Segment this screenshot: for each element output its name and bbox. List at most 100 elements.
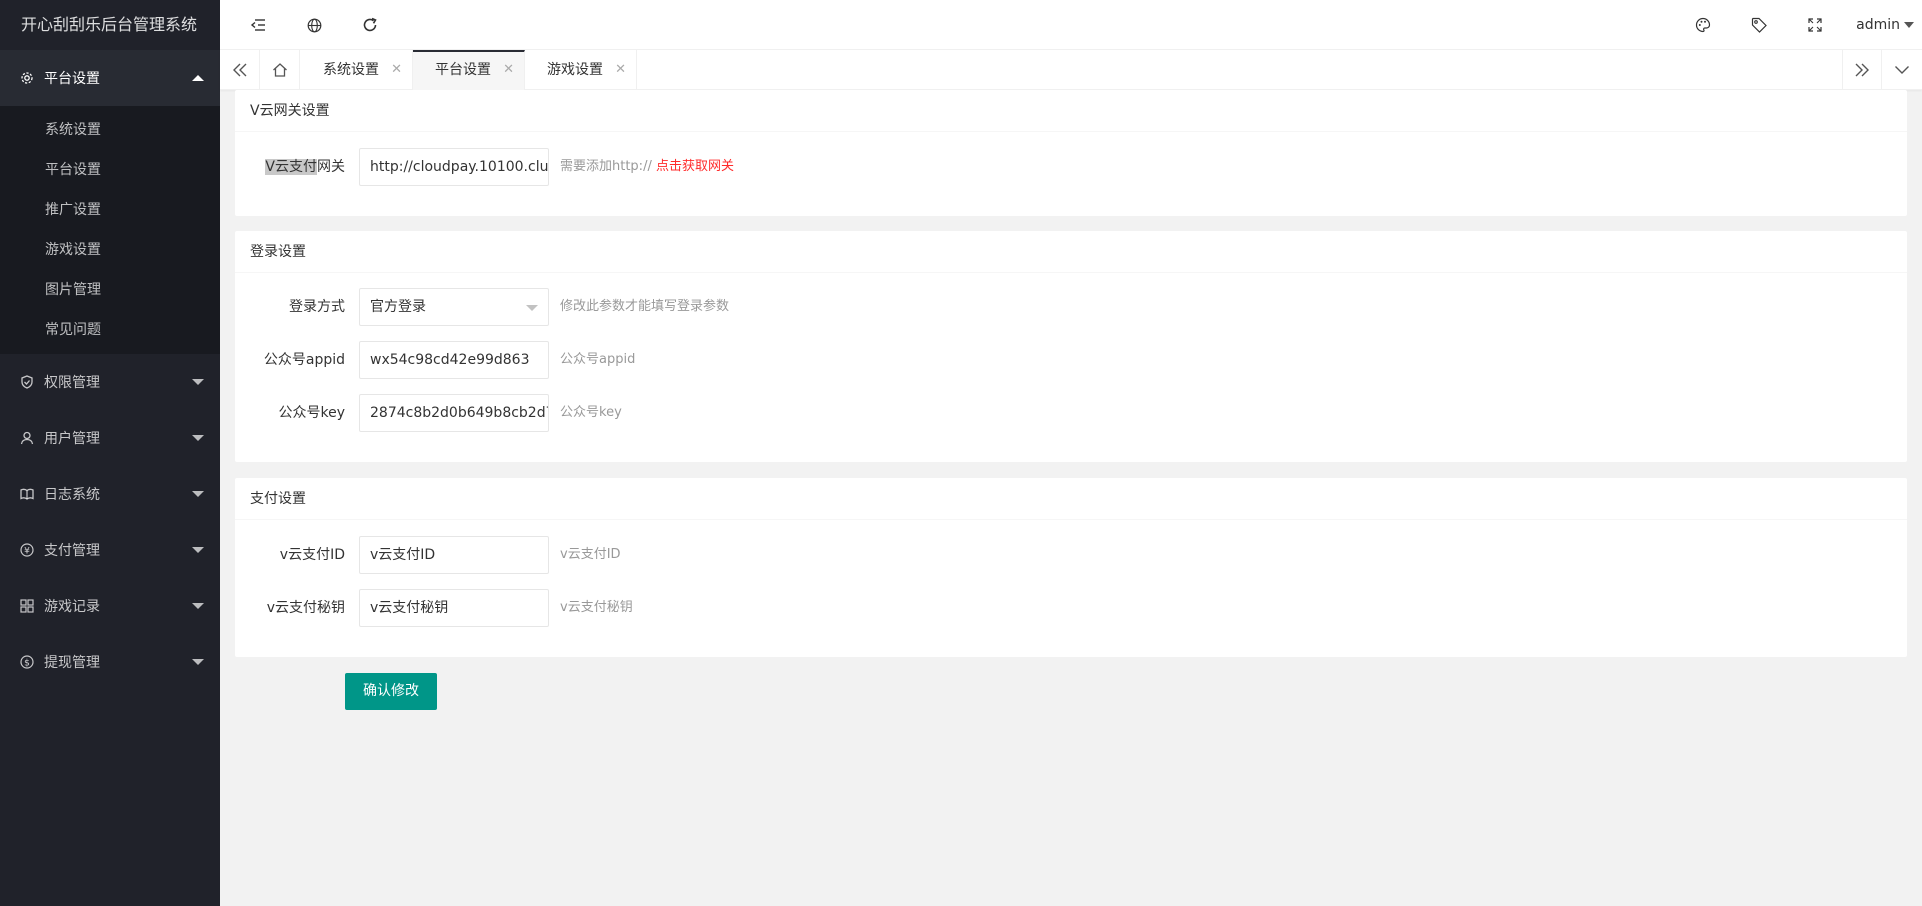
nav-label: 提现管理 — [44, 655, 100, 671]
card-payment: 支付设置 v云支付ID v云支付ID v云支付ID v云支付秘钥 v云支付秘钥 … — [235, 478, 1907, 657]
submenu-platform: 系统设置 平台设置 推广设置 游戏设置 图片管理 常见问题 — [0, 106, 220, 354]
field-label: V云支付网关 — [235, 148, 345, 186]
field-hint: v云支付ID — [560, 547, 621, 562]
nav-log-system[interactable]: 日志系统 — [0, 466, 220, 522]
nav-user-management[interactable]: 用户管理 — [0, 410, 220, 466]
user-menu[interactable]: admin — [1856, 0, 1914, 50]
appid-input[interactable]: wx54c98cd42e99d863 — [359, 341, 549, 379]
form-row-key: 公众号key 2874c8b2d0b649b8cb2d717 公众号key — [235, 394, 1907, 432]
tab-label: 系统设置 — [323, 62, 379, 78]
caret-down-icon — [1904, 22, 1914, 28]
username: admin — [1856, 17, 1900, 33]
field-hint: v云支付秘钥 — [560, 600, 633, 615]
theme-palette-icon[interactable] — [1693, 15, 1713, 35]
highlighted-text: V云支付 — [265, 159, 317, 175]
select-value: 官方登录 — [370, 299, 426, 315]
close-icon[interactable]: ✕ — [615, 50, 626, 90]
nav-payment-management[interactable]: ¥ 支付管理 — [0, 522, 220, 578]
caret-down-icon — [192, 491, 204, 497]
field-label: 登录方式 — [289, 299, 345, 315]
caret-down-icon — [192, 603, 204, 609]
login-method-select[interactable]: 官方登录 — [359, 288, 549, 326]
field-hint: 需要添加http:// 点击获取网关 — [560, 148, 734, 186]
tab-game-settings[interactable]: 游戏设置 ✕ — [525, 50, 637, 90]
section-title: 支付设置 — [235, 478, 1907, 520]
caret-down-icon — [192, 659, 204, 665]
close-icon[interactable]: ✕ — [391, 50, 402, 90]
svg-text:¥: ¥ — [24, 546, 30, 556]
hint-text: 需要添加http:// — [560, 159, 652, 174]
form-row-login-method: 登录方式 官方登录 修改此参数才能填写登录参数 — [235, 288, 1907, 326]
nav-withdraw-management[interactable]: $ 提现管理 — [0, 634, 220, 690]
app-logo-title: 开心刮刮乐后台管理系统 — [0, 0, 220, 50]
shield-icon — [20, 375, 34, 389]
form-row-pay-secret: v云支付秘钥 v云支付秘钥 v云支付秘钥 — [235, 589, 1907, 627]
fullscreen-icon[interactable] — [1805, 15, 1825, 35]
sidebar-item-game-settings[interactable]: 游戏设置 — [0, 230, 220, 270]
caret-down-icon — [526, 305, 538, 311]
sidebar-item-faq[interactable]: 常见问题 — [0, 310, 220, 350]
book-icon — [20, 487, 34, 501]
user-icon — [20, 431, 34, 445]
tab-label: 平台设置 — [435, 62, 491, 78]
gear-icon — [20, 71, 34, 85]
field-hint: 公众号key — [560, 405, 622, 420]
get-gateway-link[interactable]: 点击获取网关 — [656, 159, 734, 174]
nav-game-records[interactable]: 游戏记录 — [0, 578, 220, 634]
field-hint: 修改此参数才能填写登录参数 — [560, 299, 730, 314]
nav-label: 用户管理 — [44, 431, 100, 447]
home-icon[interactable] — [260, 50, 300, 90]
form-row-gateway: V云支付网关 http://cloudpay.10100.club 需要添加ht… — [235, 148, 1907, 186]
section-title: V云网关设置 — [235, 90, 1907, 132]
tag-icon[interactable] — [1749, 15, 1769, 35]
sidebar-item-platform-settings[interactable]: 平台设置 — [0, 150, 220, 190]
tabs-scroll-right-icon[interactable] — [1842, 50, 1882, 90]
label-suffix: 网关 — [317, 159, 345, 175]
tabs-bar: 系统设置 ✕ 平台设置 ✕ 游戏设置 ✕ — [220, 50, 1922, 90]
svg-text:$: $ — [24, 658, 30, 668]
section-title: 登录设置 — [235, 231, 1907, 273]
tab-platform-settings[interactable]: 平台设置 ✕ — [413, 50, 525, 90]
nav-label: 日志系统 — [44, 487, 100, 503]
card-login: 登录设置 登录方式 官方登录 修改此参数才能填写登录参数 公众号appid wx… — [235, 231, 1907, 462]
tabs-menu-chevron-down-icon[interactable] — [1882, 50, 1922, 90]
sidebar: 开心刮刮乐后台管理系统 平台设置 系统设置 平台设置 推广设置 游戏设置 图片管… — [0, 0, 220, 906]
caret-down-icon — [192, 379, 204, 385]
key-input[interactable]: 2874c8b2d0b649b8cb2d717 — [359, 394, 549, 432]
caret-up-icon — [192, 75, 204, 81]
dollar-icon: $ — [20, 655, 34, 669]
field-label: 公众号key — [278, 405, 345, 421]
field-label: v云支付秘钥 — [266, 600, 345, 616]
nav-label: 平台设置 — [44, 71, 100, 87]
nav-label: 游戏记录 — [44, 599, 100, 615]
nav-label: 支付管理 — [44, 543, 100, 559]
submit-button[interactable]: 确认修改 — [345, 673, 437, 710]
collapse-menu-icon[interactable] — [248, 15, 268, 35]
form-row-pay-id: v云支付ID v云支付ID v云支付ID — [235, 536, 1907, 574]
pay-id-input[interactable]: v云支付ID — [359, 536, 549, 574]
tab-system-settings[interactable]: 系统设置 ✕ — [301, 50, 413, 90]
nav-group-platform: 平台设置 系统设置 平台设置 推广设置 游戏设置 图片管理 常见问题 — [0, 50, 220, 354]
card-gateway: V云网关设置 V云支付网关 http://cloudpay.10100.club… — [235, 90, 1907, 216]
field-label: 公众号appid — [263, 352, 345, 368]
nav-platform-settings[interactable]: 平台设置 — [0, 50, 220, 106]
yen-icon: ¥ — [20, 543, 34, 557]
caret-down-icon — [192, 435, 204, 441]
tabs-scroll-left-icon[interactable] — [220, 50, 260, 90]
grid-icon — [20, 599, 34, 613]
nav-label: 权限管理 — [44, 375, 100, 391]
field-hint: 公众号appid — [560, 352, 636, 367]
sidebar-item-system-settings[interactable]: 系统设置 — [0, 110, 220, 150]
sidebar-item-promotion-settings[interactable]: 推广设置 — [0, 190, 220, 230]
close-icon[interactable]: ✕ — [503, 52, 514, 88]
website-globe-icon[interactable] — [304, 15, 324, 35]
tab-label: 游戏设置 — [547, 62, 603, 78]
pay-secret-input[interactable]: v云支付秘钥 — [359, 589, 549, 627]
sidebar-item-image-management[interactable]: 图片管理 — [0, 270, 220, 310]
gateway-input[interactable]: http://cloudpay.10100.club — [359, 148, 549, 186]
refresh-icon[interactable] — [360, 15, 380, 35]
caret-down-icon — [192, 547, 204, 553]
field-label: v云支付ID — [279, 547, 345, 563]
nav-permission-management[interactable]: 权限管理 — [0, 354, 220, 410]
form-row-appid: 公众号appid wx54c98cd42e99d863 公众号appid — [235, 341, 1907, 379]
